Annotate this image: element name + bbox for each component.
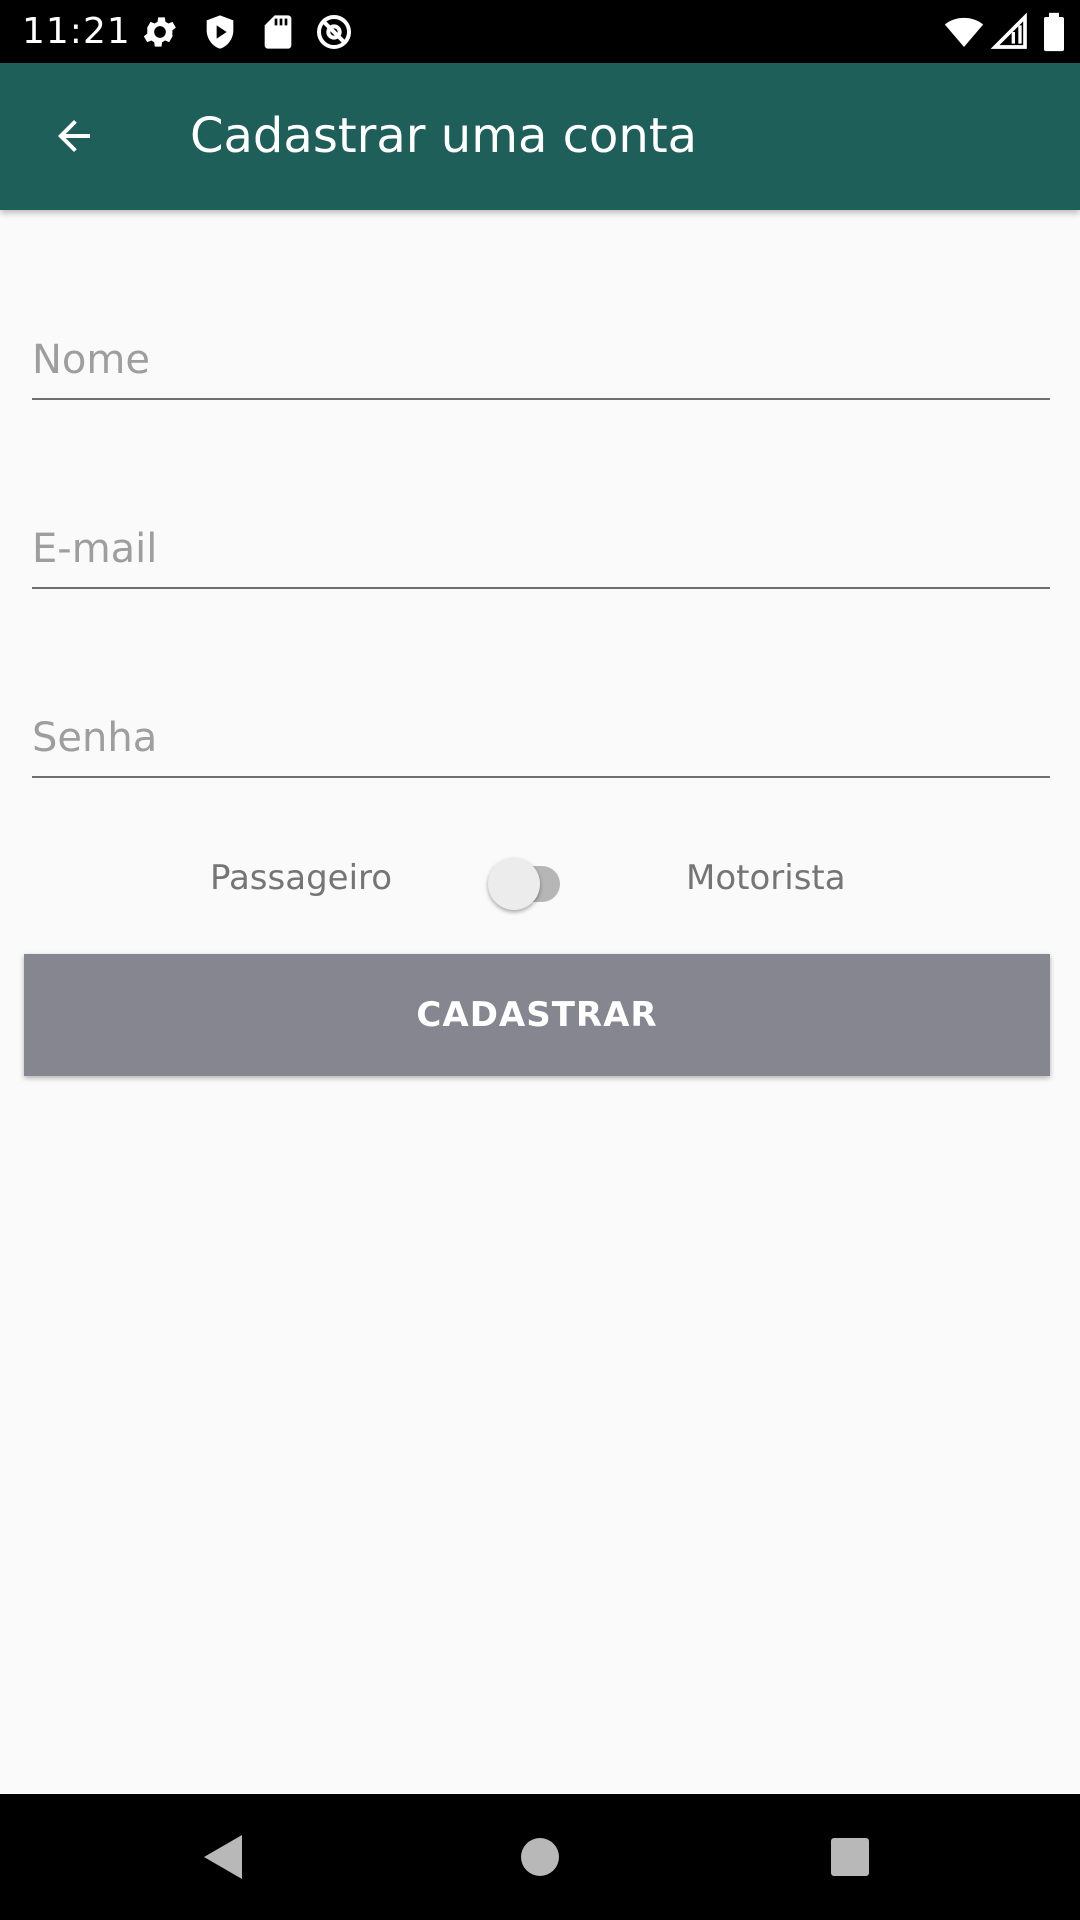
app-bar: Cadastrar uma conta [0,63,1080,210]
password-field [32,694,1050,778]
driver-label: Motorista [686,858,846,898]
screen: 11:21 Cadastrar uma conta Nome E-mail Pa… [0,0,1080,1920]
name-input[interactable] [32,330,1050,390]
navigation-bar [0,1794,1080,1920]
role-switch[interactable] [488,850,572,910]
switch-thumb [488,858,540,910]
nav-back-button[interactable] [188,1821,260,1893]
sd-card-icon [258,12,298,52]
name-field [32,316,1050,400]
nav-home-button[interactable] [504,1821,576,1893]
email-field [32,505,1050,589]
nav-recents-button[interactable] [814,1821,886,1893]
back-button[interactable] [30,100,118,172]
shield-icon [200,12,240,52]
email-input[interactable] [32,519,1050,579]
battery-icon [1034,12,1064,52]
status-bar: 11:21 [0,0,1080,63]
page-title: Cadastrar uma conta [190,108,698,164]
signal-icon [990,12,1027,52]
recents-square-icon [831,1838,869,1876]
password-input[interactable] [32,708,1050,768]
passenger-label: Passageiro [210,858,393,898]
status-time: 11:21 [22,11,131,52]
home-circle-icon [521,1838,559,1876]
gear-icon [140,12,180,52]
back-triangle-icon [204,1835,242,1879]
arrow-back-icon [58,120,90,152]
register-button[interactable]: CADASTRAR [24,954,1050,1076]
wifi-icon [944,12,986,52]
at-sign-icon [314,12,354,52]
